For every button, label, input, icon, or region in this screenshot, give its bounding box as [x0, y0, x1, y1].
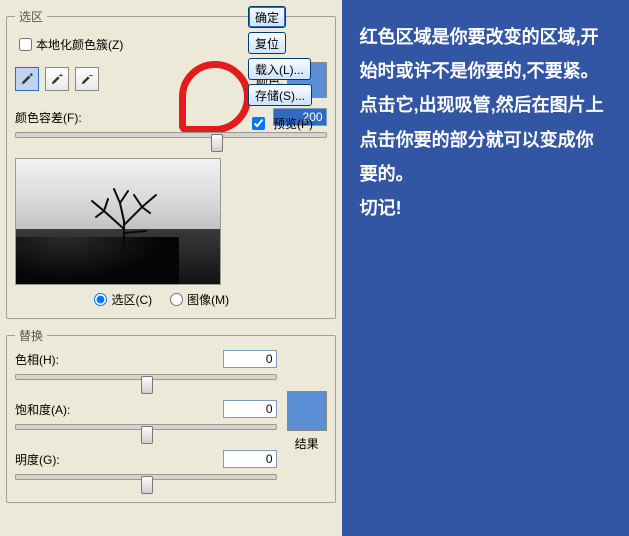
save-button[interactable]: 存储(S)... — [248, 84, 312, 106]
button-column: 确定 复位 载入(L)... 存储(S)... 预览(P) — [248, 6, 344, 133]
result-label: 结果 — [287, 435, 327, 452]
replace-legend: 替换 — [15, 327, 47, 344]
sat-label: 饱和度(A): — [15, 401, 73, 418]
hue-slider[interactable] — [15, 374, 277, 392]
eyedropper-icon[interactable] — [15, 67, 39, 91]
eyedropper-minus-icon[interactable] — [75, 67, 99, 91]
localize-checkbox[interactable] — [19, 38, 32, 51]
annotation-panel: 红色区域是你要改变的区域,开始时或许不是你要的,不要紧。点击它,出现吸管,然后在… — [342, 0, 629, 536]
localize-label: 本地化颜色簇(Z) — [36, 36, 123, 53]
fuzziness-slider[interactable] — [15, 132, 327, 150]
preview-label: 预览(P) — [273, 115, 313, 132]
lig-slider[interactable] — [15, 474, 277, 492]
lig-input[interactable] — [223, 450, 277, 468]
annotation-text: 红色区域是你要改变的区域,开始时或许不是你要的,不要紧。点击它,出现吸管,然后在… — [360, 20, 611, 225]
preview-checkbox[interactable] — [252, 117, 265, 130]
reset-button[interactable]: 复位 — [248, 32, 286, 54]
radio-image[interactable]: 图像(M) — [170, 291, 229, 308]
load-button[interactable]: 载入(L)... — [248, 58, 311, 80]
result-swatch[interactable] — [287, 391, 327, 431]
hue-label: 色相(H): — [15, 351, 73, 368]
selection-legend: 选区 — [15, 8, 47, 25]
radio-selection[interactable]: 选区(C) — [94, 291, 152, 308]
sat-input[interactable] — [223, 400, 277, 418]
fuzziness-label: 颜色容差(F): — [15, 109, 85, 126]
eyedropper-plus-icon[interactable] — [45, 67, 69, 91]
replace-group: 替换 色相(H): 饱和度(A): 明度(G): 结果 — [6, 327, 336, 503]
selection-preview — [15, 158, 221, 285]
hue-input[interactable] — [223, 350, 277, 368]
lig-label: 明度(G): — [15, 451, 73, 468]
sat-slider[interactable] — [15, 424, 277, 442]
ok-button[interactable]: 确定 — [248, 6, 286, 28]
